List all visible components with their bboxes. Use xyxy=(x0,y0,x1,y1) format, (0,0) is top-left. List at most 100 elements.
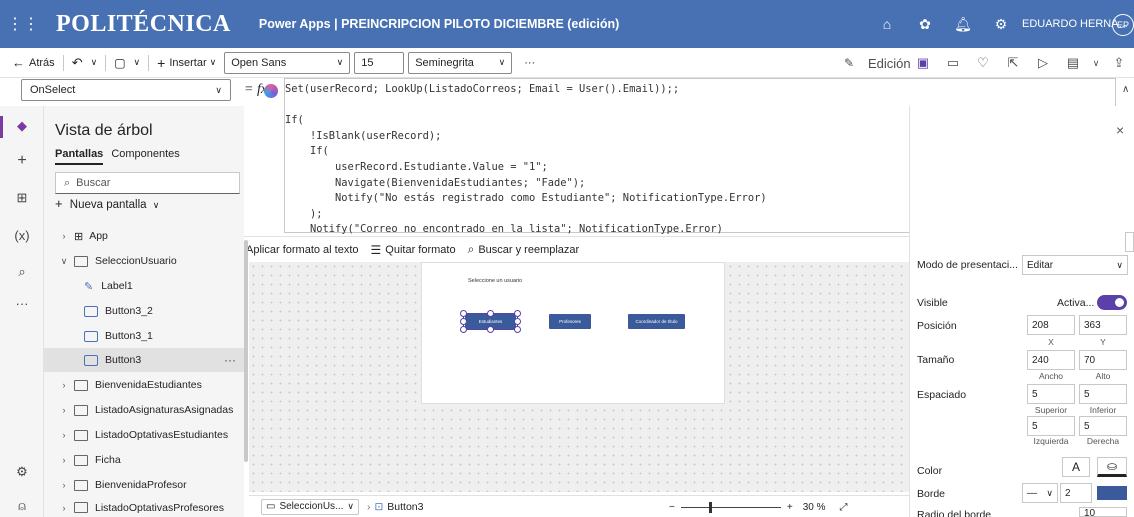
breadcrumb-control[interactable]: › ⊡ Button3 xyxy=(367,501,424,513)
tree-item-screen[interactable]: › ListadoAsignaturasAsignadas xyxy=(44,398,244,422)
tree-item-button3-1[interactable]: Button3_1 xyxy=(44,324,244,348)
fit-screen-icon[interactable]: ⤢ xyxy=(839,502,847,513)
more-options-icon[interactable]: ··· xyxy=(224,353,236,367)
display-mode-select[interactable]: Editar ∨ xyxy=(1022,255,1128,275)
share-icon[interactable]: ⇱ xyxy=(998,55,1028,71)
copilot-formula-icon[interactable] xyxy=(264,84,278,98)
border-style-select[interactable]: — ∨ xyxy=(1022,483,1058,503)
padding-right-input[interactable]: 5 xyxy=(1079,416,1127,436)
visible-toggle[interactable] xyxy=(1097,295,1127,310)
tree-view-icon[interactable]: ◆ xyxy=(0,118,44,134)
tab-components[interactable]: Componentes xyxy=(111,148,180,165)
padding-left-input[interactable]: 5 xyxy=(1027,416,1075,436)
formula-line[interactable]: Set(userRecord; LookUp(ListadoCorreos; E… xyxy=(285,82,1115,98)
tree-item-button3-2[interactable]: Button3_2 xyxy=(44,299,244,323)
new-screen-button[interactable]: + Nueva pantalla ∨ xyxy=(55,196,159,211)
search-icon[interactable]: ⌕ xyxy=(0,264,44,280)
breadcrumb-screen[interactable]: ▭ SeleccionUs... ∨ xyxy=(261,498,359,515)
notifications-icon[interactable]: 🔔︎ xyxy=(944,16,982,33)
tree-item-label: App xyxy=(89,230,108,242)
property-select[interactable]: OnSelect ∨ xyxy=(21,79,231,101)
chevron-down-icon: ∨ xyxy=(209,57,217,67)
tree-search-input[interactable]: ⌕ Buscar xyxy=(55,172,240,194)
zoom-slider[interactable] xyxy=(680,501,781,513)
border-color-swatch[interactable] xyxy=(1097,486,1127,500)
save-icon[interactable]: ▤ xyxy=(1058,55,1088,71)
tree-item-screen[interactable]: › ListadoOptativasProfesores xyxy=(44,498,244,517)
zoom-in-icon[interactable]: + xyxy=(787,502,793,513)
collapse-formula-icon[interactable]: ∧ xyxy=(1122,84,1129,95)
resize-handle[interactable] xyxy=(460,318,467,325)
canvas-button-teachers[interactable]: Profesores xyxy=(549,314,591,329)
format-text-button[interactable]: ≡ Aplicar formato al texto xyxy=(235,243,359,257)
radius-input[interactable]: 10 xyxy=(1079,507,1127,517)
zoom-out-icon[interactable]: − xyxy=(669,502,675,513)
tree-item-screen[interactable]: › BienvenidaEstudiantes xyxy=(44,373,244,397)
back-button[interactable]: ← Atrás xyxy=(8,55,59,70)
y-input[interactable]: 363 xyxy=(1079,315,1127,335)
app-launcher-icon[interactable]: ⋮⋮⋮ xyxy=(0,0,39,48)
font-size-input[interactable]: 15 xyxy=(354,51,405,74)
account-icon[interactable]: ⍝ xyxy=(0,498,44,514)
settings-icon[interactable]: ⚙ xyxy=(0,464,44,480)
padding-bottom-input[interactable]: 5 xyxy=(1079,384,1127,404)
y-caption: Y xyxy=(1100,337,1106,347)
app-screen-preview[interactable] xyxy=(421,262,725,404)
canvas-label[interactable]: Seleccione un usuario xyxy=(468,278,522,284)
copilot-icon[interactable]: ✿ xyxy=(906,16,944,33)
resize-handle[interactable] xyxy=(487,310,494,317)
padding-top-input[interactable]: 5 xyxy=(1027,384,1075,404)
more-icon[interactable]: ··· xyxy=(0,296,44,311)
tree-item-label: Button3_2 xyxy=(105,305,153,317)
properties-search-input[interactable] xyxy=(1125,232,1134,252)
width-input[interactable]: 240 xyxy=(1027,350,1075,370)
paste-button[interactable]: ▢ xyxy=(110,56,129,70)
tree-item-screen[interactable]: ∨ SeleccionUsuario xyxy=(44,249,244,273)
environment-icon[interactable]: ⌂ xyxy=(868,16,906,32)
tree-item-screen[interactable]: › Ficha xyxy=(44,448,244,472)
tree-item-label1[interactable]: ✎ Label1 xyxy=(44,274,244,298)
app-checker-icon[interactable]: ▣ xyxy=(908,55,938,71)
resize-handle[interactable] xyxy=(487,326,494,333)
resize-handle[interactable] xyxy=(460,310,467,317)
resize-handle[interactable] xyxy=(514,310,521,317)
fill-color-button[interactable]: ⛀ xyxy=(1097,457,1127,477)
font-family-select[interactable]: Open Sans ∨ xyxy=(224,51,351,74)
paste-dropdown[interactable]: ∨ xyxy=(130,57,145,68)
tree-item-screen[interactable]: › BienvenidaProfesor xyxy=(44,473,244,497)
tree-scrollbar[interactable] xyxy=(244,240,248,462)
preview-play-icon[interactable]: ▷ xyxy=(1028,55,1058,71)
tree-item-app[interactable]: › ⊞ App xyxy=(44,224,244,248)
text-color-button[interactable]: A xyxy=(1062,457,1090,477)
settings-icon[interactable]: ⚙ xyxy=(982,16,1020,33)
chevron-right-icon: › xyxy=(62,231,66,241)
x-input[interactable]: 208 xyxy=(1027,315,1075,335)
find-replace-button[interactable]: ⌕ Buscar y reemplazar xyxy=(468,242,580,257)
canvas-button-coordinator[interactable]: Coordinador de título xyxy=(628,314,685,329)
close-icon[interactable]: × xyxy=(1116,122,1124,138)
avatar[interactable]: EP xyxy=(1112,14,1134,36)
more-button[interactable]: ··· xyxy=(520,57,539,69)
undo-button[interactable]: ↶ xyxy=(68,55,87,71)
zoom-slider-knob[interactable] xyxy=(708,501,712,513)
variables-icon[interactable]: (x) xyxy=(0,228,44,243)
insert-button[interactable]: + Insertar ∨ xyxy=(153,55,220,71)
resize-handle[interactable] xyxy=(514,318,521,325)
tree-item-button3[interactable]: Button3 ··· xyxy=(44,348,244,372)
publish-icon[interactable]: ⇪ xyxy=(1104,55,1134,71)
tree-item-screen[interactable]: › ListadoOptativasEstudiantes xyxy=(44,423,244,447)
data-icon[interactable]: ⊞ xyxy=(0,190,44,206)
remove-format-button[interactable]: ☰ Quitar formato xyxy=(371,243,456,257)
health-icon[interactable]: ♡ xyxy=(968,55,998,71)
save-dropdown-icon[interactable]: ∨ xyxy=(1088,58,1104,69)
edit-mode-button[interactable]: ✎ Edición xyxy=(830,56,911,71)
comments-icon[interactable]: ▭ xyxy=(938,55,968,71)
border-width-input[interactable]: 2 xyxy=(1060,483,1092,503)
font-weight-select[interactable]: Seminegrita ∨ xyxy=(408,51,513,74)
insert-icon[interactable]: + xyxy=(0,152,44,170)
height-input[interactable]: 70 xyxy=(1079,350,1127,370)
resize-handle[interactable] xyxy=(460,326,467,333)
undo-dropdown[interactable]: ∨ xyxy=(87,57,102,68)
tab-screens[interactable]: Pantallas xyxy=(55,148,104,165)
resize-handle[interactable] xyxy=(514,326,521,333)
